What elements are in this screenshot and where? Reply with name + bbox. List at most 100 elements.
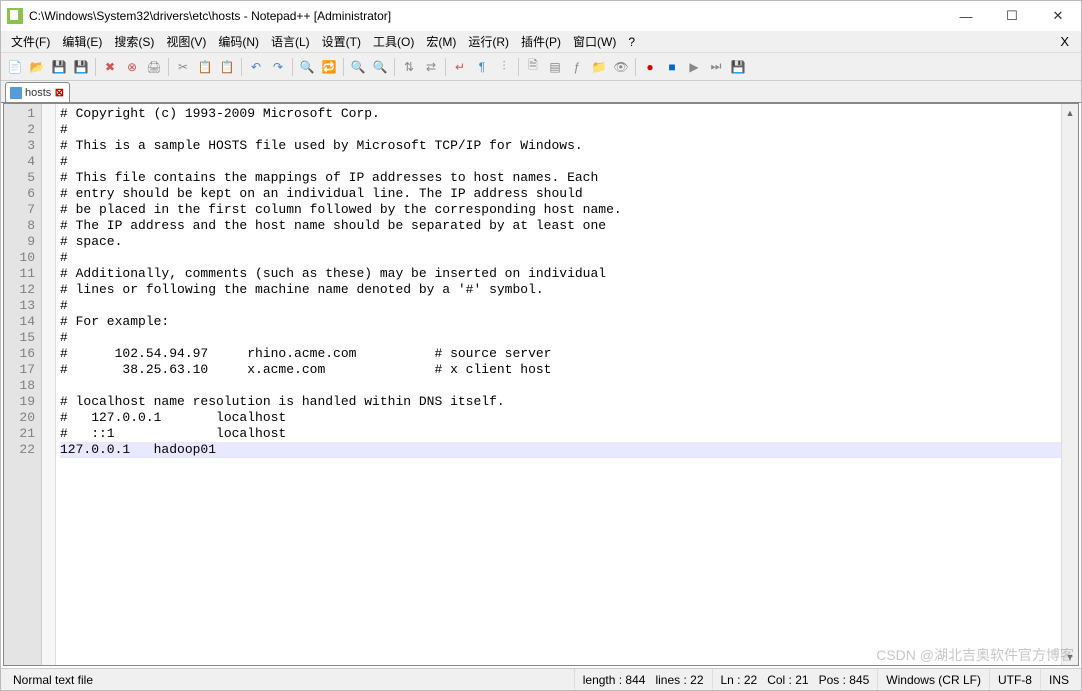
line-number: 21 [4, 426, 41, 442]
save-macro-icon[interactable]: 💾 [728, 57, 748, 77]
code-line[interactable]: # This is a sample HOSTS file used by Mi… [60, 138, 1061, 154]
line-number: 16 [4, 346, 41, 362]
code-line[interactable]: # For example: [60, 314, 1061, 330]
app-window: C:\Windows\System32\drivers\etc\hosts - … [0, 0, 1082, 691]
line-number: 9 [4, 234, 41, 250]
code-line[interactable]: # 38.25.63.10 x.acme.com # x client host [60, 362, 1061, 378]
code-line[interactable]: # This file contains the mappings of IP … [60, 170, 1061, 186]
new-file-icon[interactable]: 📄 [5, 57, 25, 77]
tab-hosts[interactable]: hosts ⊠ [5, 82, 70, 102]
open-file-icon[interactable]: 📂 [27, 57, 47, 77]
maximize-button[interactable]: ☐ [989, 1, 1035, 31]
toolbar-separator [635, 58, 636, 76]
file-icon [10, 87, 22, 99]
wordwrap-icon[interactable]: ↵ [450, 57, 470, 77]
sync-v-icon[interactable]: ⇅ [399, 57, 419, 77]
indent-guide-icon[interactable]: ⫶ [494, 57, 514, 77]
save-all-icon[interactable]: 💾 [71, 57, 91, 77]
menu-tools[interactable]: 工具(O) [367, 31, 420, 52]
statusbar: Normal text file length : 844 lines : 22… [1, 668, 1081, 690]
sync-h-icon[interactable]: ⇄ [421, 57, 441, 77]
menu-macro[interactable]: 宏(M) [420, 31, 462, 52]
zoom-in-icon[interactable]: 🔍 [348, 57, 368, 77]
menu-file[interactable]: 文件(F) [5, 31, 56, 52]
code-line[interactable] [60, 378, 1061, 394]
menu-help[interactable]: ? [622, 33, 641, 51]
code-line[interactable]: # Additionally, comments (such as these)… [60, 266, 1061, 282]
func-list-icon[interactable]: ƒ [567, 57, 587, 77]
redo-icon[interactable]: ↷ [268, 57, 288, 77]
code-area[interactable]: # Copyright (c) 1993-2009 Microsoft Corp… [56, 104, 1061, 665]
titlebar: C:\Windows\System32\drivers\etc\hosts - … [1, 1, 1081, 31]
code-line[interactable]: # space. [60, 234, 1061, 250]
record-icon[interactable]: ● [640, 57, 660, 77]
line-number: 19 [4, 394, 41, 410]
code-line[interactable]: # localhost name resolution is handled w… [60, 394, 1061, 410]
paste-icon[interactable]: 📋 [217, 57, 237, 77]
scroll-down-icon[interactable]: ▼ [1062, 648, 1078, 665]
code-line[interactable]: # [60, 250, 1061, 266]
toolbar-separator [445, 58, 446, 76]
menu-view[interactable]: 视图(V) [160, 31, 212, 52]
menu-plugins[interactable]: 插件(P) [515, 31, 567, 52]
close-icon[interactable]: ✖ [100, 57, 120, 77]
find-icon[interactable]: 🔍 [297, 57, 317, 77]
app-icon [7, 8, 23, 24]
minimize-button[interactable]: — [943, 1, 989, 31]
stop-icon[interactable]: ■ [662, 57, 682, 77]
code-line[interactable]: # ::1 localhost [60, 426, 1061, 442]
menubar-x-button[interactable]: X [1060, 34, 1077, 49]
menu-language[interactable]: 语言(L) [265, 31, 316, 52]
menu-encoding[interactable]: 编码(N) [212, 31, 265, 52]
replace-icon[interactable]: 🔁 [319, 57, 339, 77]
close-button[interactable]: ✕ [1035, 1, 1081, 31]
code-line[interactable]: # [60, 330, 1061, 346]
menu-search[interactable]: 搜索(S) [108, 31, 160, 52]
save-icon[interactable]: 💾 [49, 57, 69, 77]
line-number: 6 [4, 186, 41, 202]
scroll-up-icon[interactable]: ▲ [1062, 104, 1078, 121]
play-icon[interactable]: ▶ [684, 57, 704, 77]
code-line[interactable]: # 102.54.94.97 rhino.acme.com # source s… [60, 346, 1061, 362]
code-line[interactable]: # Copyright (c) 1993-2009 Microsoft Corp… [60, 106, 1061, 122]
zoom-out-icon[interactable]: 🔍 [370, 57, 390, 77]
folder-icon[interactable]: 📁 [589, 57, 609, 77]
vertical-scrollbar[interactable]: ▲ ▼ [1061, 104, 1078, 665]
code-line[interactable]: # lines or following the machine name de… [60, 282, 1061, 298]
doc-map-icon[interactable]: ▤ [545, 57, 565, 77]
menu-run[interactable]: 运行(R) [462, 31, 515, 52]
lang-icon[interactable]: 🗎 [523, 57, 543, 77]
status-ins: INS [1040, 669, 1077, 690]
code-line[interactable]: # [60, 122, 1061, 138]
close-all-icon[interactable]: ⊗ [122, 57, 142, 77]
code-line[interactable]: # [60, 154, 1061, 170]
tab-close-icon[interactable]: ⊠ [53, 87, 65, 99]
copy-icon[interactable]: 📋 [195, 57, 215, 77]
code-line[interactable]: # [60, 298, 1061, 314]
code-line[interactable]: # be placed in the first column followed… [60, 202, 1061, 218]
monitor-icon[interactable]: 👁 [611, 57, 631, 77]
menu-window[interactable]: 窗口(W) [567, 31, 622, 52]
code-line[interactable]: # The IP address and the host name shoul… [60, 218, 1061, 234]
menu-edit[interactable]: 编辑(E) [56, 31, 108, 52]
line-number: 3 [4, 138, 41, 154]
tab-label: hosts [25, 87, 51, 99]
play-multi-icon[interactable]: ⏭ [706, 57, 726, 77]
line-number: 2 [4, 122, 41, 138]
menu-settings[interactable]: 设置(T) [316, 31, 367, 52]
tab-bar: hosts ⊠ [1, 81, 1081, 103]
status-position: Ln : 22 Col : 21 Pos : 845 [712, 669, 878, 690]
line-number: 12 [4, 282, 41, 298]
line-number: 15 [4, 330, 41, 346]
window-title: C:\Windows\System32\drivers\etc\hosts - … [29, 9, 943, 23]
code-line[interactable]: 127.0.0.1 hadoop01 [60, 442, 1061, 458]
line-number: 22 [4, 442, 41, 458]
all-chars-icon[interactable]: ¶ [472, 57, 492, 77]
print-icon[interactable]: 🖨 [144, 57, 164, 77]
cut-icon[interactable]: ✂ [173, 57, 193, 77]
undo-icon[interactable]: ↶ [246, 57, 266, 77]
code-line[interactable]: # 127.0.0.1 localhost [60, 410, 1061, 426]
line-number: 8 [4, 218, 41, 234]
line-number: 11 [4, 266, 41, 282]
code-line[interactable]: # entry should be kept on an individual … [60, 186, 1061, 202]
